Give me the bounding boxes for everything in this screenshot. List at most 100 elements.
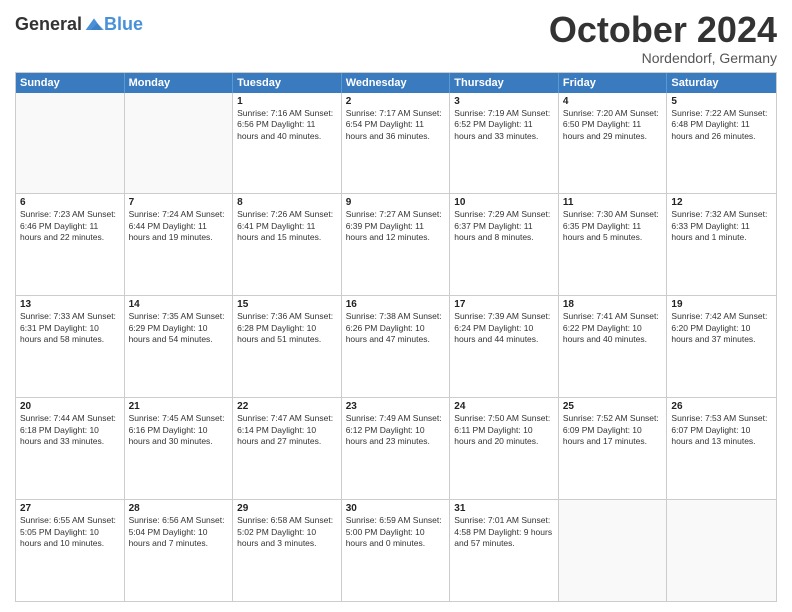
table-row: 30Sunrise: 6:59 AM Sunset: 5:00 PM Dayli… bbox=[342, 500, 451, 601]
table-row: 3Sunrise: 7:19 AM Sunset: 6:52 PM Daylig… bbox=[450, 93, 559, 194]
table-row: 19Sunrise: 7:42 AM Sunset: 6:20 PM Dayli… bbox=[667, 296, 776, 397]
cell-date: 29 bbox=[237, 503, 337, 514]
logo-area: General Blue bbox=[15, 10, 143, 35]
logo-icon bbox=[84, 15, 104, 35]
table-row: 28Sunrise: 6:56 AM Sunset: 5:04 PM Dayli… bbox=[125, 500, 234, 601]
cell-date: 20 bbox=[20, 401, 120, 412]
table-row: 22Sunrise: 7:47 AM Sunset: 6:14 PM Dayli… bbox=[233, 398, 342, 499]
cell-info: Sunrise: 7:24 AM Sunset: 6:44 PM Dayligh… bbox=[129, 209, 229, 243]
header-day-friday: Friday bbox=[559, 73, 668, 93]
table-row: 26Sunrise: 7:53 AM Sunset: 6:07 PM Dayli… bbox=[667, 398, 776, 499]
cell-date: 25 bbox=[563, 401, 663, 412]
cell-info: Sunrise: 7:01 AM Sunset: 4:58 PM Dayligh… bbox=[454, 515, 554, 549]
cell-date: 9 bbox=[346, 197, 446, 208]
cell-info: Sunrise: 7:53 AM Sunset: 6:07 PM Dayligh… bbox=[671, 413, 772, 447]
cell-date: 4 bbox=[563, 96, 663, 107]
table-row: 20Sunrise: 7:44 AM Sunset: 6:18 PM Dayli… bbox=[16, 398, 125, 499]
table-row: 13Sunrise: 7:33 AM Sunset: 6:31 PM Dayli… bbox=[16, 296, 125, 397]
table-row: 21Sunrise: 7:45 AM Sunset: 6:16 PM Dayli… bbox=[125, 398, 234, 499]
cell-date: 22 bbox=[237, 401, 337, 412]
table-row bbox=[667, 500, 776, 601]
cell-date: 11 bbox=[563, 197, 663, 208]
calendar-row-2: 6Sunrise: 7:23 AM Sunset: 6:46 PM Daylig… bbox=[16, 193, 776, 295]
cell-date: 23 bbox=[346, 401, 446, 412]
cell-info: Sunrise: 7:30 AM Sunset: 6:35 PM Dayligh… bbox=[563, 209, 663, 243]
location-title: Nordendorf, Germany bbox=[549, 50, 777, 66]
cell-info: Sunrise: 7:27 AM Sunset: 6:39 PM Dayligh… bbox=[346, 209, 446, 243]
calendar-row-4: 20Sunrise: 7:44 AM Sunset: 6:18 PM Dayli… bbox=[16, 397, 776, 499]
table-row: 17Sunrise: 7:39 AM Sunset: 6:24 PM Dayli… bbox=[450, 296, 559, 397]
cell-info: Sunrise: 7:38 AM Sunset: 6:26 PM Dayligh… bbox=[346, 311, 446, 345]
table-row: 4Sunrise: 7:20 AM Sunset: 6:50 PM Daylig… bbox=[559, 93, 668, 194]
cell-date: 18 bbox=[563, 299, 663, 310]
table-row: 25Sunrise: 7:52 AM Sunset: 6:09 PM Dayli… bbox=[559, 398, 668, 499]
cell-date: 31 bbox=[454, 503, 554, 514]
cell-date: 16 bbox=[346, 299, 446, 310]
table-row: 7Sunrise: 7:24 AM Sunset: 6:44 PM Daylig… bbox=[125, 194, 234, 295]
table-row: 5Sunrise: 7:22 AM Sunset: 6:48 PM Daylig… bbox=[667, 93, 776, 194]
cell-info: Sunrise: 7:44 AM Sunset: 6:18 PM Dayligh… bbox=[20, 413, 120, 447]
table-row: 12Sunrise: 7:32 AM Sunset: 6:33 PM Dayli… bbox=[667, 194, 776, 295]
cell-date: 8 bbox=[237, 197, 337, 208]
logo-general-text: General bbox=[15, 14, 82, 35]
table-row: 8Sunrise: 7:26 AM Sunset: 6:41 PM Daylig… bbox=[233, 194, 342, 295]
cell-info: Sunrise: 7:39 AM Sunset: 6:24 PM Dayligh… bbox=[454, 311, 554, 345]
month-title: October 2024 bbox=[549, 10, 777, 50]
table-row: 31Sunrise: 7:01 AM Sunset: 4:58 PM Dayli… bbox=[450, 500, 559, 601]
table-row: 27Sunrise: 6:55 AM Sunset: 5:05 PM Dayli… bbox=[16, 500, 125, 601]
table-row: 2Sunrise: 7:17 AM Sunset: 6:54 PM Daylig… bbox=[342, 93, 451, 194]
cell-info: Sunrise: 7:47 AM Sunset: 6:14 PM Dayligh… bbox=[237, 413, 337, 447]
cell-info: Sunrise: 7:42 AM Sunset: 6:20 PM Dayligh… bbox=[671, 311, 772, 345]
header: General Blue October 2024 Nordendorf, Ge… bbox=[15, 10, 777, 66]
calendar: SundayMondayTuesdayWednesdayThursdayFrid… bbox=[15, 72, 777, 602]
cell-date: 10 bbox=[454, 197, 554, 208]
calendar-body: 1Sunrise: 7:16 AM Sunset: 6:56 PM Daylig… bbox=[16, 93, 776, 601]
cell-info: Sunrise: 7:32 AM Sunset: 6:33 PM Dayligh… bbox=[671, 209, 772, 243]
cell-date: 26 bbox=[671, 401, 772, 412]
cell-date: 5 bbox=[671, 96, 772, 107]
table-row: 1Sunrise: 7:16 AM Sunset: 6:56 PM Daylig… bbox=[233, 93, 342, 194]
header-day-wednesday: Wednesday bbox=[342, 73, 451, 93]
logo-blue-text: Blue bbox=[104, 14, 143, 35]
cell-info: Sunrise: 6:56 AM Sunset: 5:04 PM Dayligh… bbox=[129, 515, 229, 549]
cell-info: Sunrise: 7:20 AM Sunset: 6:50 PM Dayligh… bbox=[563, 108, 663, 142]
table-row bbox=[125, 93, 234, 194]
cell-info: Sunrise: 7:33 AM Sunset: 6:31 PM Dayligh… bbox=[20, 311, 120, 345]
table-row: 11Sunrise: 7:30 AM Sunset: 6:35 PM Dayli… bbox=[559, 194, 668, 295]
calendar-header-row: SundayMondayTuesdayWednesdayThursdayFrid… bbox=[16, 73, 776, 93]
cell-info: Sunrise: 7:50 AM Sunset: 6:11 PM Dayligh… bbox=[454, 413, 554, 447]
header-day-monday: Monday bbox=[125, 73, 234, 93]
cell-date: 24 bbox=[454, 401, 554, 412]
table-row: 16Sunrise: 7:38 AM Sunset: 6:26 PM Dayli… bbox=[342, 296, 451, 397]
cell-info: Sunrise: 7:23 AM Sunset: 6:46 PM Dayligh… bbox=[20, 209, 120, 243]
cell-date: 13 bbox=[20, 299, 120, 310]
page: General Blue October 2024 Nordendorf, Ge… bbox=[0, 0, 792, 612]
cell-info: Sunrise: 7:41 AM Sunset: 6:22 PM Dayligh… bbox=[563, 311, 663, 345]
header-day-saturday: Saturday bbox=[667, 73, 776, 93]
cell-info: Sunrise: 7:35 AM Sunset: 6:29 PM Dayligh… bbox=[129, 311, 229, 345]
cell-info: Sunrise: 7:16 AM Sunset: 6:56 PM Dayligh… bbox=[237, 108, 337, 142]
cell-date: 30 bbox=[346, 503, 446, 514]
cell-info: Sunrise: 7:19 AM Sunset: 6:52 PM Dayligh… bbox=[454, 108, 554, 142]
cell-date: 1 bbox=[237, 96, 337, 107]
cell-info: Sunrise: 7:36 AM Sunset: 6:28 PM Dayligh… bbox=[237, 311, 337, 345]
cell-date: 14 bbox=[129, 299, 229, 310]
cell-date: 28 bbox=[129, 503, 229, 514]
cell-info: Sunrise: 7:29 AM Sunset: 6:37 PM Dayligh… bbox=[454, 209, 554, 243]
cell-info: Sunrise: 7:49 AM Sunset: 6:12 PM Dayligh… bbox=[346, 413, 446, 447]
cell-info: Sunrise: 7:45 AM Sunset: 6:16 PM Dayligh… bbox=[129, 413, 229, 447]
cell-info: Sunrise: 6:55 AM Sunset: 5:05 PM Dayligh… bbox=[20, 515, 120, 549]
cell-date: 3 bbox=[454, 96, 554, 107]
cell-info: Sunrise: 7:26 AM Sunset: 6:41 PM Dayligh… bbox=[237, 209, 337, 243]
table-row: 24Sunrise: 7:50 AM Sunset: 6:11 PM Dayli… bbox=[450, 398, 559, 499]
table-row: 10Sunrise: 7:29 AM Sunset: 6:37 PM Dayli… bbox=[450, 194, 559, 295]
cell-date: 12 bbox=[671, 197, 772, 208]
cell-info: Sunrise: 6:59 AM Sunset: 5:00 PM Dayligh… bbox=[346, 515, 446, 549]
table-row: 14Sunrise: 7:35 AM Sunset: 6:29 PM Dayli… bbox=[125, 296, 234, 397]
table-row: 9Sunrise: 7:27 AM Sunset: 6:39 PM Daylig… bbox=[342, 194, 451, 295]
table-row: 15Sunrise: 7:36 AM Sunset: 6:28 PM Dayli… bbox=[233, 296, 342, 397]
header-day-sunday: Sunday bbox=[16, 73, 125, 93]
table-row: 29Sunrise: 6:58 AM Sunset: 5:02 PM Dayli… bbox=[233, 500, 342, 601]
table-row: 6Sunrise: 7:23 AM Sunset: 6:46 PM Daylig… bbox=[16, 194, 125, 295]
cell-info: Sunrise: 7:17 AM Sunset: 6:54 PM Dayligh… bbox=[346, 108, 446, 142]
